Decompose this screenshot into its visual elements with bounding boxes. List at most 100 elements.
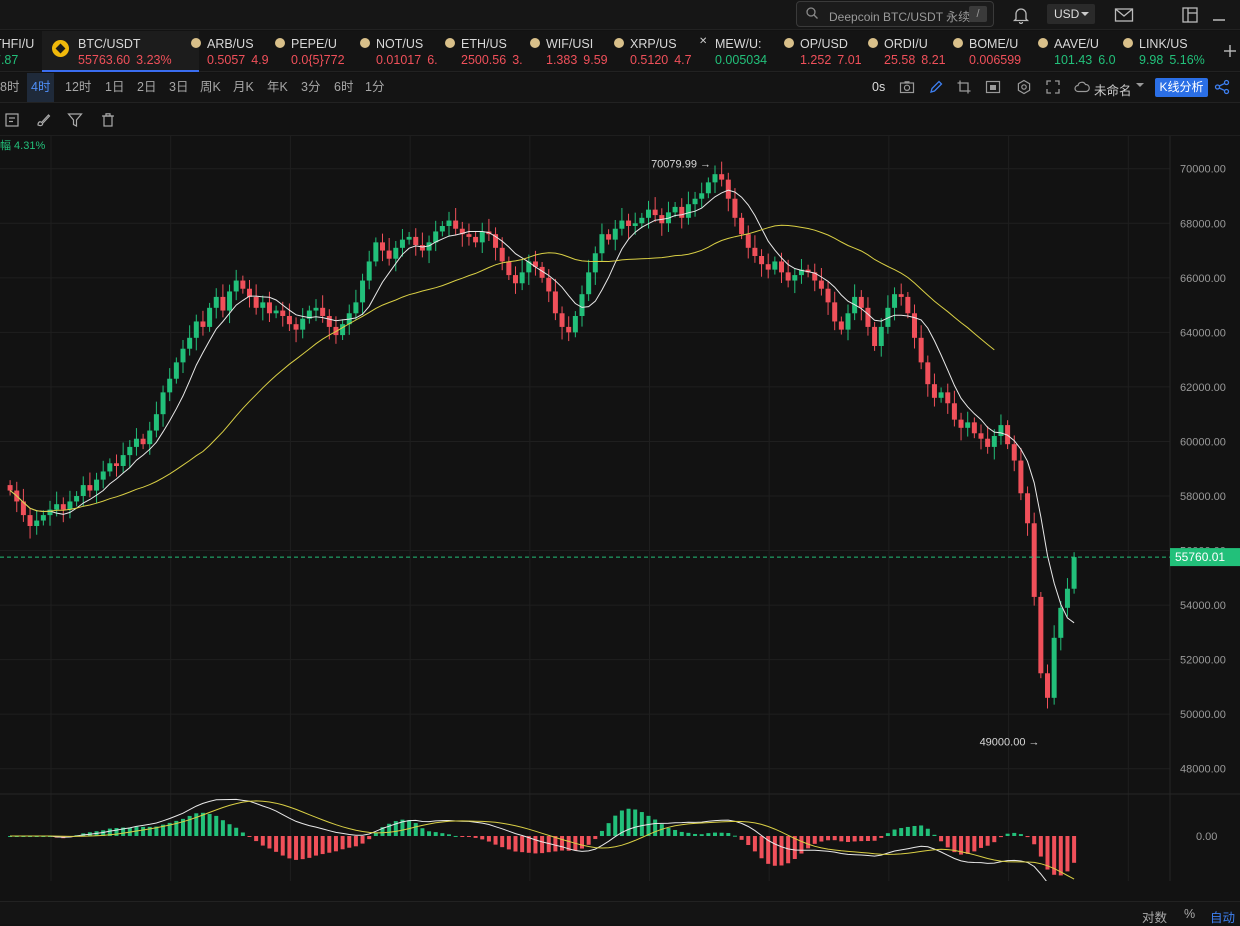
macd-bar bbox=[533, 836, 538, 854]
currency-select[interactable]: USD bbox=[1047, 4, 1095, 24]
log-scale-toggle[interactable]: 对数 bbox=[1142, 907, 1167, 926]
y-tick-label: 52000.00 bbox=[1180, 655, 1226, 667]
filter-icon[interactable] bbox=[67, 112, 83, 128]
y-tick-label: 70000.00 bbox=[1180, 164, 1226, 176]
timeframe-tab[interactable]: 周K bbox=[196, 73, 225, 102]
candle-body bbox=[858, 296, 864, 308]
candle-body bbox=[253, 296, 259, 308]
coin-icon bbox=[784, 38, 794, 48]
layout-name[interactable]: 未命名 bbox=[1094, 80, 1132, 99]
macd-bar bbox=[287, 836, 292, 859]
minimize-icon[interactable] bbox=[1210, 6, 1228, 24]
macd-bar bbox=[1058, 836, 1063, 876]
macd-bar bbox=[599, 830, 604, 836]
macd-bar bbox=[732, 835, 737, 837]
candle-body bbox=[1045, 673, 1050, 698]
candle-body bbox=[772, 261, 778, 270]
ticker-change: 5.16% bbox=[1169, 53, 1205, 67]
y-tick-label: 66000.00 bbox=[1180, 273, 1226, 285]
candle-body bbox=[260, 302, 266, 308]
coin-icon bbox=[191, 38, 201, 48]
candle-body bbox=[652, 209, 658, 216]
candle-body bbox=[87, 485, 93, 491]
macd-bar bbox=[965, 836, 970, 854]
timeframe-tab[interactable]: 2日 bbox=[133, 73, 160, 102]
macd-bar bbox=[985, 836, 990, 846]
candle-body bbox=[971, 422, 977, 434]
auto-scale-toggle[interactable]: 自动 bbox=[1210, 907, 1235, 926]
timeframe-tab[interactable]: 12时 bbox=[61, 73, 95, 102]
ticker-price: 1.252 7.01 bbox=[800, 53, 862, 67]
macd-bar bbox=[267, 836, 272, 849]
x-tick-label: 7月 25 bbox=[512, 880, 548, 881]
candle-body bbox=[373, 242, 379, 262]
crop-icon[interactable] bbox=[956, 79, 972, 95]
candle-body bbox=[213, 296, 219, 308]
candle-body bbox=[127, 446, 133, 456]
timeframe-tab[interactable]: 年K bbox=[263, 73, 292, 102]
macd-bar bbox=[247, 836, 252, 837]
timeframe-tab[interactable]: 1分 bbox=[361, 73, 388, 102]
candle-body bbox=[632, 223, 638, 226]
macd-bar bbox=[899, 828, 904, 836]
brush-icon[interactable] bbox=[35, 112, 51, 128]
macd-bar bbox=[486, 836, 491, 842]
macd-bar bbox=[952, 836, 957, 853]
timeframe-tab[interactable]: 月K bbox=[229, 73, 258, 102]
macd-bar bbox=[314, 836, 318, 856]
timeframe-tab[interactable]: 6时 bbox=[330, 73, 357, 102]
timeframe-tab[interactable]: 3分 bbox=[297, 73, 324, 102]
ticker-price: 7.87 bbox=[0, 53, 24, 67]
bnb-coin-icon bbox=[52, 40, 69, 57]
candle-body bbox=[586, 272, 592, 295]
pencil-icon[interactable] bbox=[928, 79, 944, 95]
macd-bar bbox=[653, 819, 658, 836]
kline-analysis-button[interactable]: K线分析 bbox=[1155, 78, 1208, 97]
ticker-price-value: 0.01017 bbox=[376, 53, 422, 67]
add-ticker-icon[interactable] bbox=[1222, 43, 1238, 59]
ticker-name: XRP/US bbox=[630, 37, 677, 51]
candle-body bbox=[419, 245, 425, 251]
percent-scale-toggle[interactable]: % bbox=[1184, 907, 1195, 921]
chevron-down-icon[interactable] bbox=[1136, 83, 1144, 87]
ticker-price: 0.0{5}772 bbox=[291, 53, 351, 67]
image-icon[interactable] bbox=[985, 79, 1001, 95]
candle-body bbox=[752, 247, 758, 256]
candle-body bbox=[140, 438, 146, 445]
camera-icon[interactable] bbox=[899, 79, 915, 95]
macd-bar bbox=[460, 836, 465, 837]
note-icon[interactable] bbox=[4, 112, 20, 128]
macd-bar bbox=[686, 832, 691, 836]
y-tick-label: 68000.00 bbox=[1180, 218, 1226, 230]
macd-bar bbox=[440, 833, 445, 836]
share-icon[interactable] bbox=[1214, 79, 1230, 95]
timeframe-tab[interactable]: 8时 bbox=[0, 73, 23, 102]
price-chart[interactable]: 48000.0050000.0052000.0054000.0056000.00… bbox=[0, 136, 1240, 881]
macd-bar bbox=[998, 836, 1003, 838]
candle-body bbox=[838, 321, 844, 330]
cloud-icon[interactable] bbox=[1074, 79, 1090, 95]
timeframe-tab[interactable]: 4时 bbox=[27, 73, 55, 102]
candle-body bbox=[439, 226, 445, 232]
candle-body bbox=[759, 256, 765, 265]
candle-body bbox=[1031, 523, 1037, 597]
macd-bar bbox=[294, 836, 299, 860]
search-input[interactable]: Deepcoin BTC/USDT 永续 / bbox=[796, 1, 994, 27]
macd-bar bbox=[586, 836, 591, 845]
macd-bar bbox=[367, 836, 372, 840]
ticker-name: AAVE/U bbox=[1054, 37, 1099, 51]
mail-icon[interactable] bbox=[1114, 6, 1134, 24]
x-tick-label: 7月 22 bbox=[392, 880, 428, 881]
y-tick-label: 48000.00 bbox=[1180, 764, 1226, 776]
candle-body bbox=[479, 231, 485, 243]
candle-body bbox=[672, 206, 678, 213]
fullscreen-icon[interactable] bbox=[1045, 79, 1061, 95]
trash-icon[interactable] bbox=[100, 112, 116, 128]
timeframe-tab[interactable]: 3日 bbox=[165, 73, 192, 102]
ticker-price-value: 1.252 bbox=[800, 53, 832, 67]
settings-icon[interactable] bbox=[1016, 79, 1032, 95]
layout-icon[interactable] bbox=[1181, 6, 1199, 24]
timeframe-tab[interactable]: 1日 bbox=[101, 73, 128, 102]
bell-icon[interactable] bbox=[1012, 6, 1030, 24]
candle-body bbox=[266, 302, 272, 314]
